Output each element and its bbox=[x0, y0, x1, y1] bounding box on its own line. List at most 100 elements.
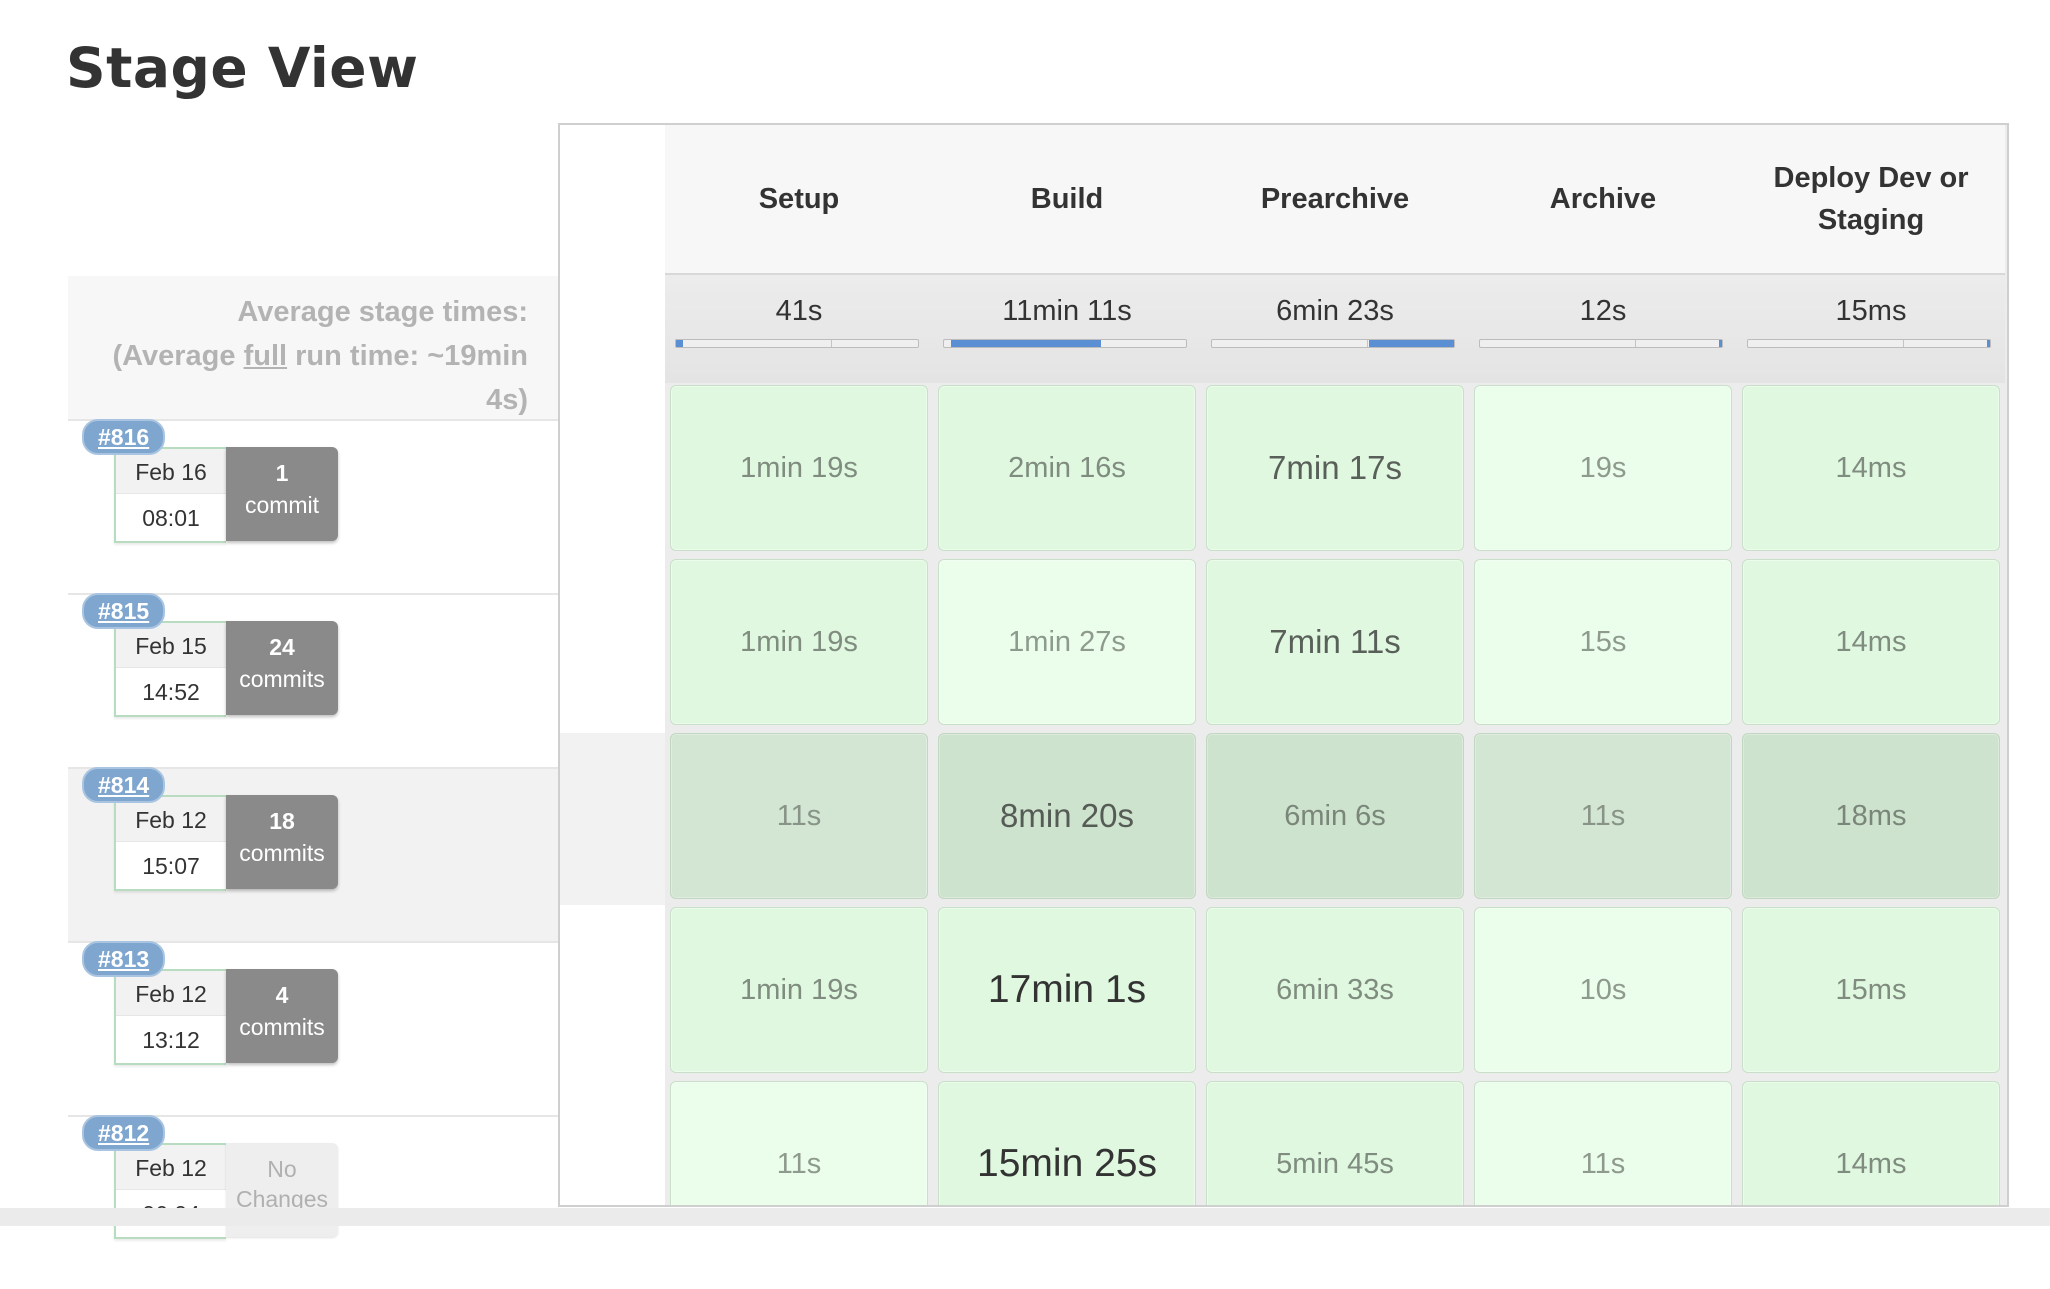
stage-duration-cell[interactable]: 2min 16s bbox=[938, 385, 1196, 551]
stage-average-time: 6min 23s bbox=[1276, 295, 1394, 327]
average-stage-times-panel: Average stage times: (Average full run t… bbox=[68, 276, 558, 424]
stage-duration-cell[interactable]: 17min 1s bbox=[938, 907, 1196, 1073]
stage-duration-cell[interactable]: 15s bbox=[1474, 559, 1732, 725]
build-number-link[interactable]: #816 bbox=[82, 419, 166, 455]
stage-duration-cell[interactable]: 7min 11s bbox=[1206, 559, 1464, 725]
stage-duration-cell[interactable]: 11s bbox=[1474, 1081, 1732, 1205]
build-number-link[interactable]: #815 bbox=[82, 593, 166, 629]
build-changes-button[interactable]: 24 commits bbox=[226, 621, 338, 715]
build-date-time: 15:07 bbox=[142, 853, 200, 879]
build-row: #816 Feb 16 08:01 1 commit bbox=[68, 419, 558, 593]
stage-average: 41s bbox=[665, 273, 933, 383]
stage-table-gutter bbox=[560, 125, 665, 1205]
stage-average-time: 15ms bbox=[1835, 295, 1907, 327]
commit-count: 4 bbox=[275, 982, 289, 1008]
stage-header[interactable]: Setup bbox=[665, 125, 933, 273]
stage-table-gutter-highlight bbox=[560, 733, 665, 905]
build-row: #812 Feb 12 06:04 No Changes bbox=[68, 1115, 558, 1289]
build-date-time: 13:12 bbox=[142, 1027, 200, 1053]
stage-average-progress-bar bbox=[675, 339, 919, 348]
progress-bar-fill bbox=[951, 340, 1102, 347]
stage-duration-cell[interactable]: 5min 45s bbox=[1206, 1081, 1464, 1205]
commit-label: commits bbox=[239, 1014, 325, 1040]
stage-average-progress-bar bbox=[1479, 339, 1723, 348]
stage-name: Setup bbox=[758, 183, 840, 215]
stage-average-time: 11min 11s bbox=[1002, 295, 1132, 327]
build-row: #813 Feb 12 13:12 4 commits bbox=[68, 941, 558, 1115]
commit-count: No bbox=[267, 1156, 297, 1182]
progress-bar-fill bbox=[676, 340, 684, 347]
stage-average: 15ms bbox=[1737, 273, 2005, 383]
build-changes-button[interactable]: 18 commits bbox=[226, 795, 338, 889]
horizontal-scrollbar[interactable] bbox=[0, 1208, 2050, 1226]
stage-duration-cell[interactable]: 14ms bbox=[1742, 1081, 2000, 1205]
build-date: Feb 15 14:52 bbox=[114, 621, 226, 717]
build-date: Feb 12 13:12 bbox=[114, 969, 226, 1065]
stage-name: Archive bbox=[1549, 183, 1657, 215]
build-date: Feb 16 08:01 bbox=[114, 447, 226, 543]
progress-bar-fill bbox=[1369, 340, 1454, 347]
build-changes-button[interactable]: 1 commit bbox=[226, 447, 338, 541]
progress-bar-fill bbox=[1719, 340, 1722, 347]
build-number-link[interactable]: #814 bbox=[82, 767, 166, 803]
build-number-link[interactable]: #812 bbox=[82, 1115, 166, 1151]
stage-header[interactable]: Build bbox=[933, 125, 1201, 273]
build-changes-button[interactable]: 4 commits bbox=[226, 969, 338, 1063]
stage-duration-cell[interactable]: 11s bbox=[670, 1081, 928, 1205]
stage-table: Setup 41s 1min 19s 1min 19s 11s 1min 19s 11s Bu… bbox=[558, 123, 2009, 1207]
stage-duration-cell[interactable]: 14ms bbox=[1742, 559, 2000, 725]
stage-average: 6min 23s bbox=[1201, 273, 1469, 383]
stage-header[interactable]: Prearchive bbox=[1201, 125, 1469, 273]
stage-average-time: 41s bbox=[775, 295, 823, 327]
stage-duration-cell[interactable]: 6min 33s bbox=[1206, 907, 1464, 1073]
build-date-day: Feb 12 bbox=[116, 797, 226, 842]
stage-duration-cell[interactable]: 15min 25s bbox=[938, 1081, 1196, 1205]
progress-bar-tick bbox=[1634, 340, 1636, 347]
build-date-day: Feb 16 bbox=[116, 449, 226, 494]
build-date-time: 14:52 bbox=[142, 679, 200, 705]
average-line-2-suffix: run time: ~19min bbox=[287, 340, 528, 372]
commit-label: commits bbox=[239, 666, 325, 692]
progress-bar-tick bbox=[1366, 340, 1368, 347]
average-line-3: 4s) bbox=[486, 384, 528, 416]
stage-column: Deploy Dev or Staging 15ms 14ms 14ms 18ms 15m… bbox=[1737, 125, 2005, 1205]
full-run-link[interactable]: full bbox=[244, 340, 288, 372]
commit-label: commit bbox=[244, 492, 320, 518]
stage-name: Deploy Dev or Staging bbox=[1773, 162, 1969, 236]
stage-duration-cell[interactable]: 7min 17s bbox=[1206, 385, 1464, 551]
stage-duration-cell[interactable]: 15ms bbox=[1742, 907, 2000, 1073]
stage-duration-cell[interactable]: 1min 27s bbox=[938, 559, 1196, 725]
commit-count: 18 bbox=[269, 808, 295, 834]
build-row: #814 Feb 12 15:07 18 commits bbox=[68, 767, 558, 941]
commit-count: 24 bbox=[269, 634, 295, 660]
stage-duration-cell[interactable]: 1min 19s bbox=[670, 559, 928, 725]
build-date-day: Feb 12 bbox=[116, 971, 226, 1016]
build-date-day: Feb 15 bbox=[116, 623, 226, 668]
commit-count: 1 bbox=[275, 460, 289, 486]
stage-duration-cell[interactable]: 11s bbox=[670, 733, 928, 899]
stage-duration-cell[interactable]: 11s bbox=[1474, 733, 1732, 899]
stage-duration-cell[interactable]: 10s bbox=[1474, 907, 1732, 1073]
average-stage-times-label: Average stage times: (Average full run t… bbox=[58, 290, 528, 422]
stage-duration-cell[interactable]: 1min 19s bbox=[670, 385, 928, 551]
stage-average-progress-bar bbox=[1747, 339, 1991, 348]
stage-header[interactable]: Deploy Dev or Staging bbox=[1737, 125, 2005, 273]
stage-average-progress-bar bbox=[943, 339, 1187, 348]
stage-column: Build 11min 11s 2min 16s 1min 27s 8min 20s 17… bbox=[933, 125, 1201, 1205]
average-line-1: Average stage times: bbox=[237, 296, 528, 328]
stage-duration-cell[interactable]: 6min 6s bbox=[1206, 733, 1464, 899]
page-title: Stage View bbox=[66, 36, 419, 100]
build-number-link[interactable]: #813 bbox=[82, 941, 166, 977]
progress-bar-tick bbox=[830, 340, 832, 347]
stage-duration-cell[interactable]: 18ms bbox=[1742, 733, 2000, 899]
stage-duration-cell[interactable]: 1min 19s bbox=[670, 907, 928, 1073]
stage-average: 12s bbox=[1469, 273, 1737, 383]
commit-label: commits bbox=[239, 840, 325, 866]
stage-duration-cell[interactable]: 19s bbox=[1474, 385, 1732, 551]
stage-average-progress-bar bbox=[1211, 339, 1455, 348]
stage-column: Setup 41s 1min 19s 1min 19s 11s 1min 19s 11s bbox=[665, 125, 933, 1205]
stage-duration-cell[interactable]: 8min 20s bbox=[938, 733, 1196, 899]
stage-header[interactable]: Archive bbox=[1469, 125, 1737, 273]
progress-bar-fill bbox=[1987, 340, 1990, 347]
stage-duration-cell[interactable]: 14ms bbox=[1742, 385, 2000, 551]
